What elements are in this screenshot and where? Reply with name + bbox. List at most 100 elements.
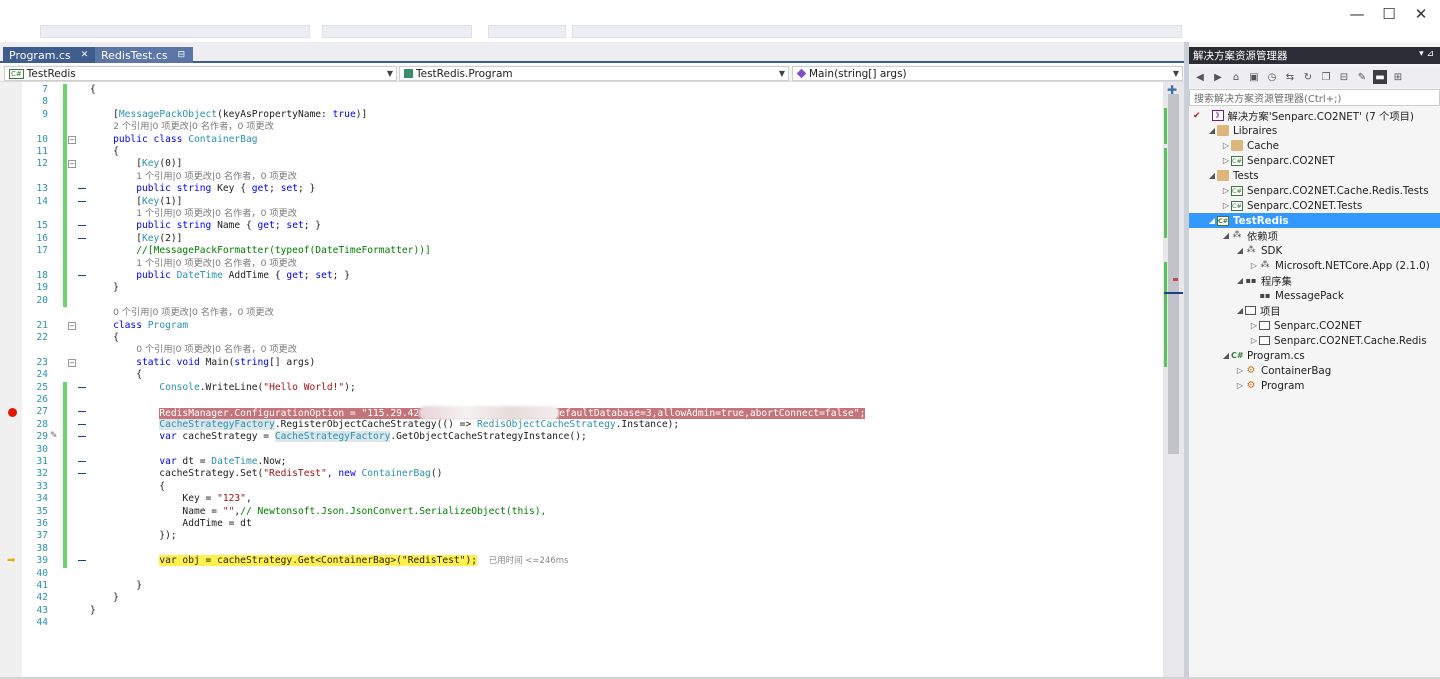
expanded-arrow-icon[interactable]: ◢ <box>1235 246 1245 255</box>
collapse-toggle-icon[interactable]: − <box>68 321 76 330</box>
code-text[interactable]: { <box>90 332 119 344</box>
tree-item[interactable]: ◢ ⁂ 依赖项 <box>1189 228 1440 243</box>
codelens-line[interactable]: 1 个引用|0 项更改|0 名作者，0 项更改 <box>0 208 1163 221</box>
preview-icon[interactable]: ▬ <box>1373 70 1387 84</box>
tree-item[interactable]: ▷ C# Senparc.CO2NET.Cache.Redis.Tests <box>1189 183 1440 198</box>
home-icon[interactable]: ⌂ <box>1229 70 1243 84</box>
code-line[interactable]: 9 [MessagePackObject(keyAsPropertyName: … <box>0 108 1163 122</box>
code-line[interactable]: 32 cacheStrategy.Set("RedisTest", new Co… <box>0 468 1163 481</box>
code-text[interactable]: Key = "123", <box>90 493 251 505</box>
tree-item[interactable]: ▷ ⚙ Program <box>1189 378 1440 393</box>
code-line[interactable]: 26 <box>0 394 1163 407</box>
code-text[interactable]: cacheStrategy.Set("RedisTest", new Conta… <box>90 468 442 480</box>
tree-item[interactable]: ▷ ⚙ ContainerBag <box>1189 363 1440 378</box>
code-text[interactable]: 0 个引用|0 项更改|0 名作者，0 项更改 <box>90 344 297 356</box>
code-text[interactable]: 1 个引用|0 项更改|0 名作者，0 项更改 <box>90 171 297 183</box>
tree-item[interactable]: ◢ C# Program.cs <box>1189 348 1440 363</box>
class-view-icon[interactable]: ⊞ <box>1391 70 1405 84</box>
code-line[interactable]: 33 { <box>0 480 1163 494</box>
properties-icon[interactable]: ✎ <box>1355 70 1369 84</box>
refresh-icon[interactable]: ↻ <box>1301 70 1315 84</box>
code-line[interactable]: 22 { <box>0 332 1163 344</box>
code-line[interactable]: 37 }); <box>0 530 1163 543</box>
collapsed-arrow-icon[interactable]: ▷ <box>1249 261 1259 270</box>
code-text[interactable]: static void Main(string[] args) <box>90 357 315 369</box>
switch-views-icon[interactable]: ▣ <box>1247 70 1261 84</box>
code-text[interactable]: } <box>90 605 96 617</box>
code-text[interactable]: 2 个引用|0 项更改|0 名作者，0 项更改 <box>90 121 274 133</box>
code-text[interactable]: [Key(1)] <box>90 196 182 208</box>
codelens-line[interactable]: 1 个引用|0 项更改|0 名作者，0 项更改 <box>0 257 1163 270</box>
code-line[interactable]: 44 <box>0 617 1163 629</box>
tree-item[interactable]: ▷ C# Senparc.CO2NET <box>1189 153 1440 168</box>
code-text[interactable]: public string Name { get; set; } <box>90 220 321 232</box>
history-icon[interactable]: ◷ <box>1265 70 1279 84</box>
tree-item[interactable]: ▪▪ MessagePack <box>1189 288 1440 303</box>
sync-icon[interactable]: ⇆ <box>1283 70 1297 84</box>
tree-item[interactable]: ✔ ⟫ 解决方案'Senparc.CO2NET' (7 个项目) <box>1189 108 1440 123</box>
tab-redistest-cs[interactable]: RedisTest.cs ⊟ <box>95 47 194 63</box>
current-statement-arrow-icon[interactable]: ➡ <box>7 556 15 566</box>
code-text[interactable]: AddTime = dt <box>90 518 251 530</box>
expanded-arrow-icon[interactable]: ◢ <box>1221 351 1231 360</box>
code-text[interactable]: Name = "",// Newtonsoft.Json.JsonConvert… <box>90 506 546 518</box>
collapsed-arrow-icon[interactable]: ▷ <box>1235 366 1245 375</box>
code-line[interactable]: 11 { <box>0 146 1163 159</box>
tree-item[interactable]: ◢ Libraires <box>1189 123 1440 138</box>
expanded-arrow-icon[interactable]: ◢ <box>1207 126 1217 135</box>
tree-item[interactable]: ◢ ⁂ SDK <box>1189 243 1440 258</box>
code-text[interactable]: } <box>90 592 119 604</box>
code-text[interactable]: { <box>90 369 142 381</box>
code-text[interactable]: var obj = cacheStrategy.Get<ContainerBag… <box>90 555 568 567</box>
expanded-arrow-icon[interactable]: ◢ <box>1221 231 1231 240</box>
code-text[interactable]: public string Key { get; set; } <box>90 183 315 195</box>
tree-item[interactable]: ▷ C# Senparc.CO2NET.Tests <box>1189 198 1440 213</box>
solution-search-input[interactable]: 搜索解决方案资源管理器(Ctrl+;) <box>1189 89 1440 106</box>
expanded-arrow-icon[interactable]: ◢ <box>1235 276 1245 285</box>
tab-program-cs[interactable]: Program.cs ✕ <box>3 47 97 63</box>
code-line[interactable]: 34 Key = "123", <box>0 493 1163 506</box>
code-text[interactable]: 1 个引用|0 项更改|0 名作者，0 项更改 <box>90 208 297 220</box>
expanded-arrow-icon[interactable]: ◢ <box>1235 306 1245 315</box>
code-line[interactable]: 19 } <box>0 282 1163 295</box>
editor-vertical-scrollbar[interactable]: ✚ <box>1163 82 1184 679</box>
pin-tab-icon[interactable]: ⊟ <box>178 50 186 60</box>
tree-item[interactable]: ▷ Cache <box>1189 138 1440 153</box>
code-text[interactable]: [Key(0)] <box>90 158 182 170</box>
tree-item[interactable]: ◢ 项目 <box>1189 303 1440 318</box>
collapse-toggle-icon[interactable]: − <box>68 160 76 169</box>
tree-item[interactable]: ◢ C# TestRedis <box>1189 213 1440 228</box>
close-button[interactable]: ✕ <box>1402 0 1440 28</box>
code-line[interactable]: 18 public DateTime AddTime { get; set; } <box>0 270 1163 283</box>
code-line[interactable]: 28 CacheStrategyFactory.RegisterObjectCa… <box>0 418 1163 432</box>
pin-icon[interactable]: ▾ ⊿ <box>1419 49 1434 59</box>
code-text[interactable]: Console.WriteLine("Hello World!"); <box>90 382 355 394</box>
code-text[interactable]: } <box>90 282 119 294</box>
code-text[interactable]: }); <box>90 530 176 542</box>
code-line[interactable]: 12 − [Key(0)] <box>0 158 1163 171</box>
code-line[interactable]: 7{ <box>0 84 1163 97</box>
code-text[interactable]: class Program <box>90 320 188 332</box>
code-line[interactable]: 30 <box>0 443 1163 456</box>
collapse-toggle-icon[interactable]: − <box>68 358 76 367</box>
close-tab-icon[interactable]: ✕ <box>81 50 89 60</box>
collapsed-arrow-icon[interactable]: ▷ <box>1221 186 1231 195</box>
type-dropdown[interactable]: TestRedis.Program ▼ <box>399 66 789 81</box>
code-line[interactable]: 15 public string Name { get; set; } <box>0 220 1163 233</box>
collapsed-arrow-icon[interactable]: ▷ <box>1221 201 1231 210</box>
quick-action-icon[interactable]: ✎ <box>50 431 58 441</box>
expanded-arrow-icon[interactable]: ◢ <box>1207 216 1217 225</box>
codelens-line[interactable]: 1 个引用|0 项更改|0 名作者，0 项更改 <box>0 170 1163 184</box>
code-line[interactable]: 23 − static void Main(string[] args) <box>0 357 1163 369</box>
expanded-arrow-icon[interactable]: ◢ <box>1207 171 1217 180</box>
codelens-line[interactable]: 2 个引用|0 项更改|0 名作者，0 项更改 <box>0 121 1163 134</box>
code-text[interactable]: public DateTime AddTime { get; set; } <box>90 270 350 282</box>
collapsed-arrow-icon[interactable]: ▷ <box>1249 336 1259 345</box>
code-text[interactable]: } <box>90 580 142 592</box>
collapse-icon[interactable]: ⊟ <box>1337 70 1351 84</box>
code-line[interactable]: 39 ➡ var obj = cacheStrategy.Get<Containe… <box>0 555 1163 568</box>
collapse-toggle-icon[interactable]: − <box>68 135 76 144</box>
scrollbar-thumb[interactable] <box>1168 94 1179 454</box>
code-line[interactable]: 43} <box>0 605 1163 617</box>
code-text[interactable]: { <box>90 481 165 493</box>
